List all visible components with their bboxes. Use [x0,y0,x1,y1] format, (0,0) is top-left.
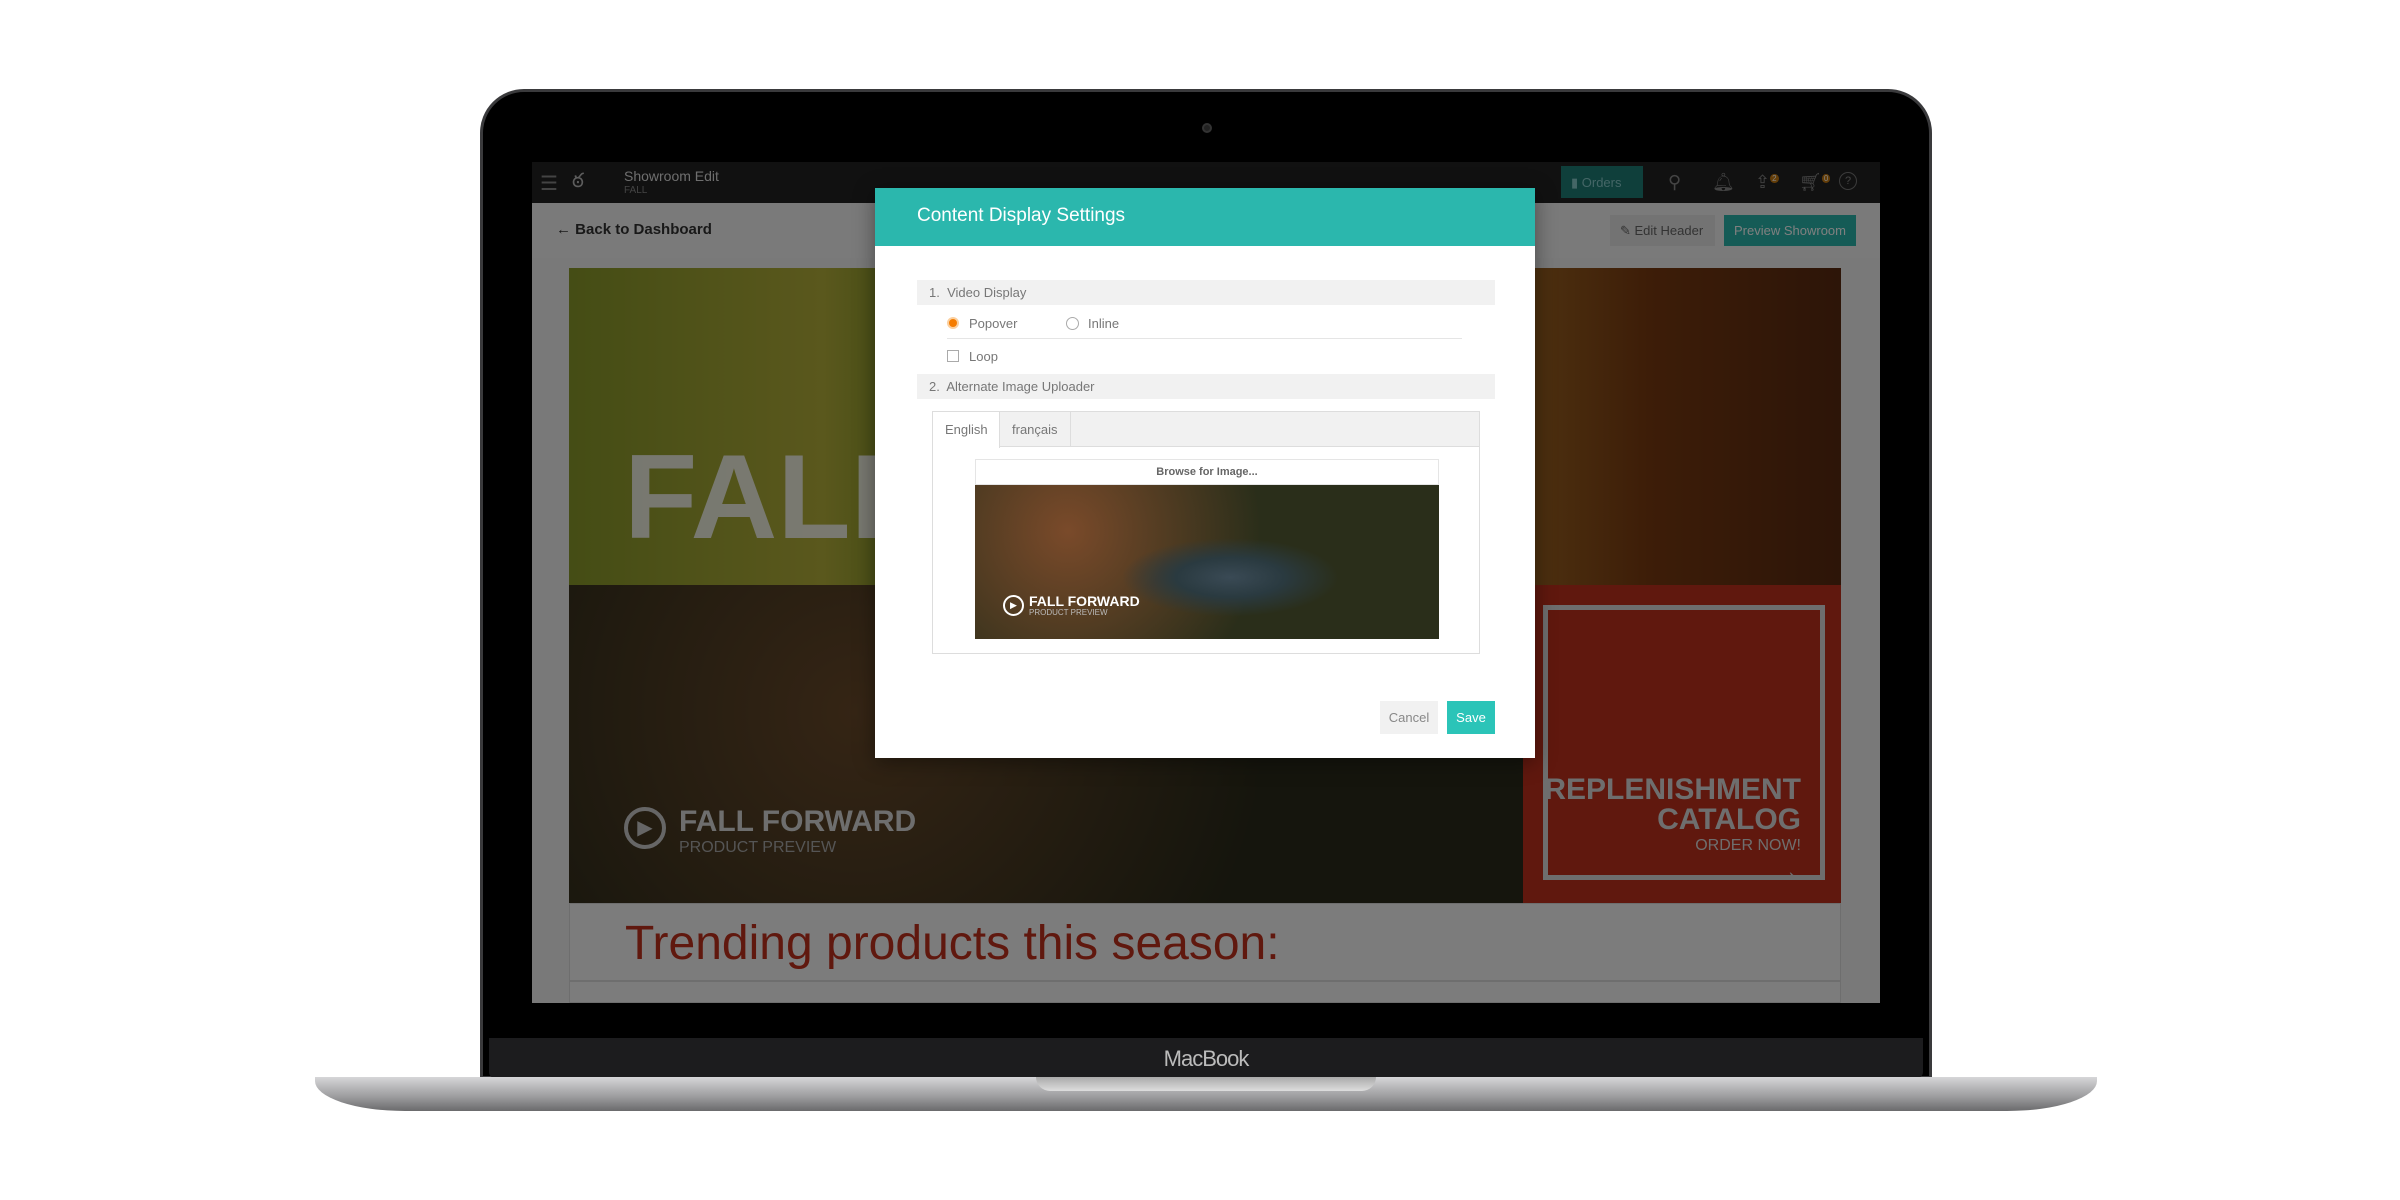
section-alternate-image: 2. Alternate Image Uploader [917,374,1495,399]
image-uploader: English français Browse for Image... ▶ F… [932,411,1480,654]
play-icon: ▶ [1003,595,1024,616]
device-label: MacBook [1163,1046,1250,1071]
radio-selected-icon [947,317,959,329]
laptop-notch [1036,1077,1376,1091]
tab-francais[interactable]: français [1000,412,1071,447]
browse-image-button[interactable]: Browse for Image... [975,459,1439,485]
section-video-display: 1. Video Display [917,280,1495,305]
modal-title: Content Display Settings [875,188,1535,246]
tab-english[interactable]: English [933,412,1000,448]
preview-sub: PRODUCT PREVIEW [1029,608,1108,617]
radio-unselected-icon [1066,317,1079,330]
checkbox-icon [947,350,959,362]
cancel-button[interactable]: Cancel [1380,701,1438,734]
image-preview: ▶ FALL FORWARD PRODUCT PREVIEW [975,485,1439,639]
laptop-chin: MacBook [489,1038,1923,1078]
divider [947,338,1462,339]
camera [1202,123,1212,133]
content-display-settings-modal: Content Display Settings 1. Video Displa… [875,188,1535,758]
preview-title: FALL FORWARD [1029,593,1140,609]
save-button[interactable]: Save [1447,701,1495,734]
